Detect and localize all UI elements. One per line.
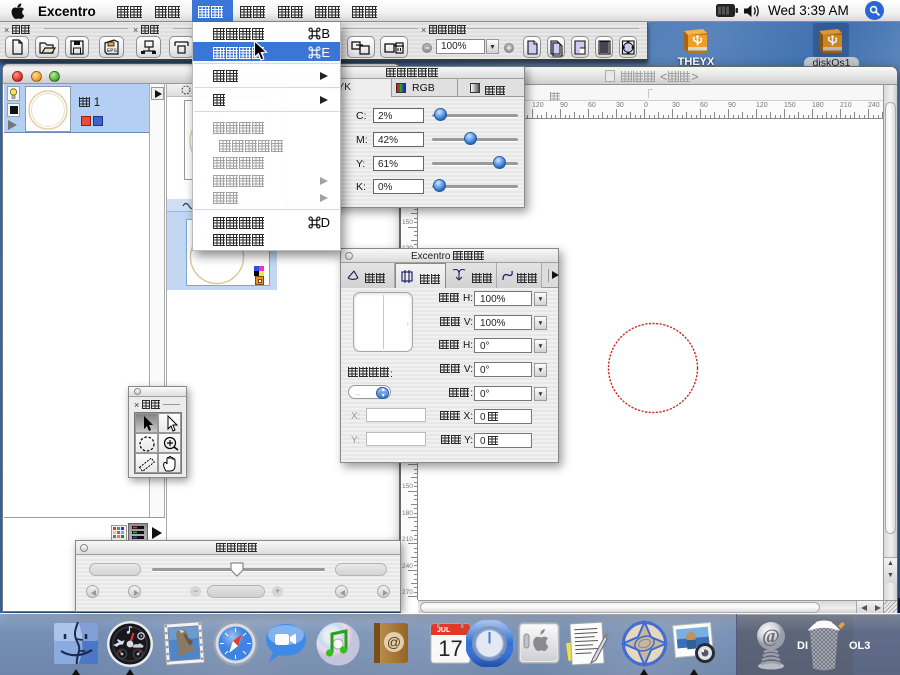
svg-text:@: @ bbox=[387, 634, 401, 650]
svg-text:JUL: JUL bbox=[437, 627, 451, 634]
svg-text:@: @ bbox=[762, 626, 780, 647]
svg-text:17: 17 bbox=[438, 636, 462, 661]
svg-text:EPS: EPS bbox=[107, 47, 118, 54]
